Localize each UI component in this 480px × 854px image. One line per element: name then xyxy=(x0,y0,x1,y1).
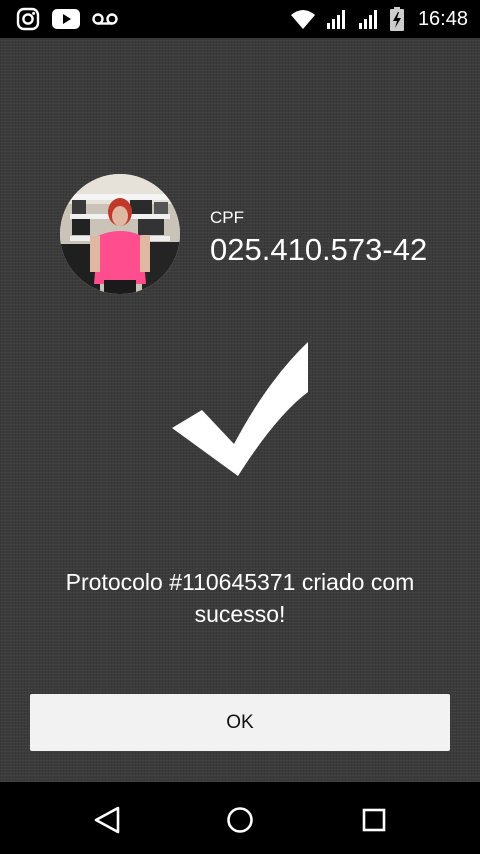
voicemail-icon xyxy=(92,12,118,26)
system-icons: 16:48 xyxy=(290,7,468,31)
battery-charging-icon xyxy=(389,7,404,31)
notification-icons xyxy=(16,7,118,31)
confirmation-screen: CPF 025.410.573-42 Protocolo #110645371 … xyxy=(0,38,480,782)
cpf-label: CPF xyxy=(210,208,244,227)
status-bar: 16:48 xyxy=(0,0,480,38)
signal-icon xyxy=(326,8,348,30)
avatar xyxy=(60,174,180,294)
instagram-icon xyxy=(16,7,40,31)
success-message: Protocolo #110645371 criado com sucesso! xyxy=(65,569,415,627)
home-button[interactable] xyxy=(222,802,258,838)
back-icon xyxy=(94,806,120,834)
youtube-icon xyxy=(52,8,80,30)
home-icon xyxy=(227,807,253,833)
ok-button[interactable]: OK xyxy=(30,694,450,751)
back-button[interactable] xyxy=(89,802,125,838)
checkmark-icon xyxy=(168,338,313,483)
navigation-bar xyxy=(0,782,480,854)
signal-icon xyxy=(358,8,380,30)
recents-button[interactable] xyxy=(356,802,392,838)
recents-icon xyxy=(362,808,386,832)
status-time: 16:48 xyxy=(417,8,468,30)
cpf-value: 025.410.573-42 xyxy=(210,232,428,267)
wifi-icon xyxy=(290,8,316,30)
